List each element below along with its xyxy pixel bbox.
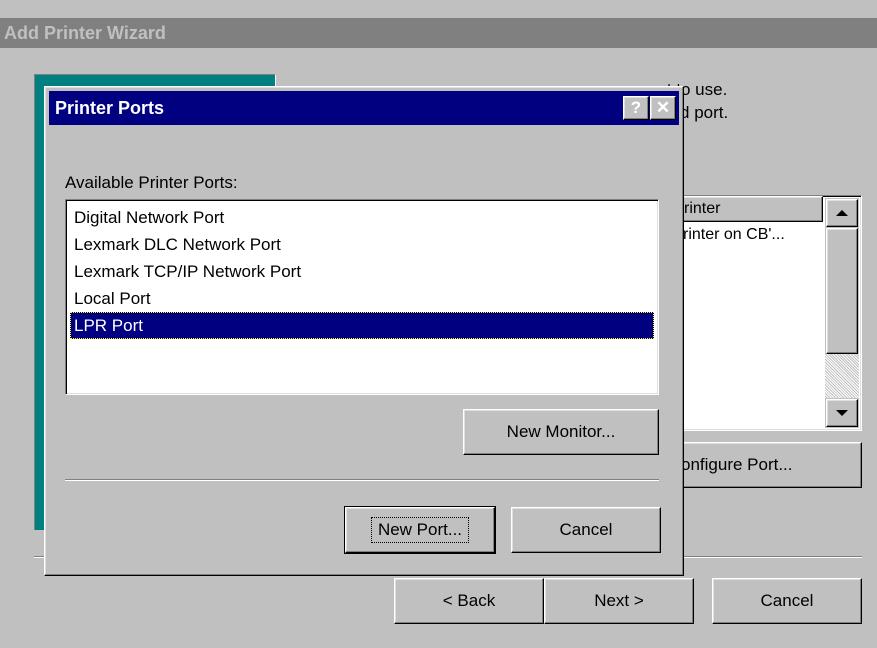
scroll-thumb[interactable] <box>826 228 858 354</box>
port-list-item-selected[interactable]: LPR Port <box>70 312 654 339</box>
wizard-cancel-label: Cancel <box>760 591 814 610</box>
dialog-title-bar[interactable]: Printer Ports ? ✕ <box>49 91 679 125</box>
back-button-label: < Back <box>442 591 496 610</box>
dialog-divider <box>65 479 659 481</box>
close-icon: ✕ <box>655 98 671 117</box>
scroll-down-button[interactable] <box>826 399 858 427</box>
scroll-up-arrow-icon <box>836 210 848 216</box>
wizard-title-bar[interactable]: Add Printer Wizard <box>0 18 877 48</box>
new-port-button[interactable]: New Port... <box>344 506 496 554</box>
wizard-list-scrollbar[interactable] <box>825 198 859 428</box>
help-button[interactable]: ? <box>623 96 649 120</box>
configure-port-label: onfigure Port... <box>681 455 793 474</box>
close-button[interactable]: ✕ <box>650 96 676 120</box>
wizard-port-list[interactable]: rinter rinter on CB'... <box>676 195 862 431</box>
help-icon: ? <box>630 98 642 117</box>
wizard-list-row[interactable]: rinter on CB'... <box>683 226 785 244</box>
dialog-cancel-label: Cancel <box>559 520 613 539</box>
port-list-item[interactable]: Local Port <box>70 285 654 312</box>
new-monitor-label: New Monitor... <box>506 422 616 441</box>
next-button[interactable]: Next > <box>544 578 694 624</box>
scroll-up-button[interactable] <box>826 199 858 227</box>
port-list-item[interactable]: Lexmark DLC Network Port <box>70 231 654 258</box>
printer-ports-dialog: Printer Ports ? ✕ Available Printer Port… <box>44 86 684 576</box>
configure-port-button[interactable]: onfigure Port... <box>672 442 862 488</box>
scroll-down-arrow-icon <box>836 410 848 416</box>
wizard-cancel-button[interactable]: Cancel <box>712 578 862 624</box>
port-list-item[interactable]: Lexmark TCP/IP Network Port <box>70 258 654 285</box>
wizard-list-column-header[interactable]: rinter <box>677 196 823 222</box>
dialog-title: Printer Ports <box>55 98 165 118</box>
new-port-label: New Port... <box>370 517 470 543</box>
next-button-label: Next > <box>594 591 644 610</box>
dialog-cancel-button[interactable]: Cancel <box>511 507 661 553</box>
scroll-track[interactable] <box>825 354 859 398</box>
available-ports-listbox[interactable]: Digital Network Port Lexmark DLC Network… <box>65 199 659 395</box>
new-monitor-button[interactable]: New Monitor... <box>463 409 659 455</box>
available-ports-label: Available Printer Ports: <box>65 173 238 192</box>
back-button[interactable]: < Back <box>394 578 544 624</box>
port-list-item[interactable]: Digital Network Port <box>70 204 654 231</box>
